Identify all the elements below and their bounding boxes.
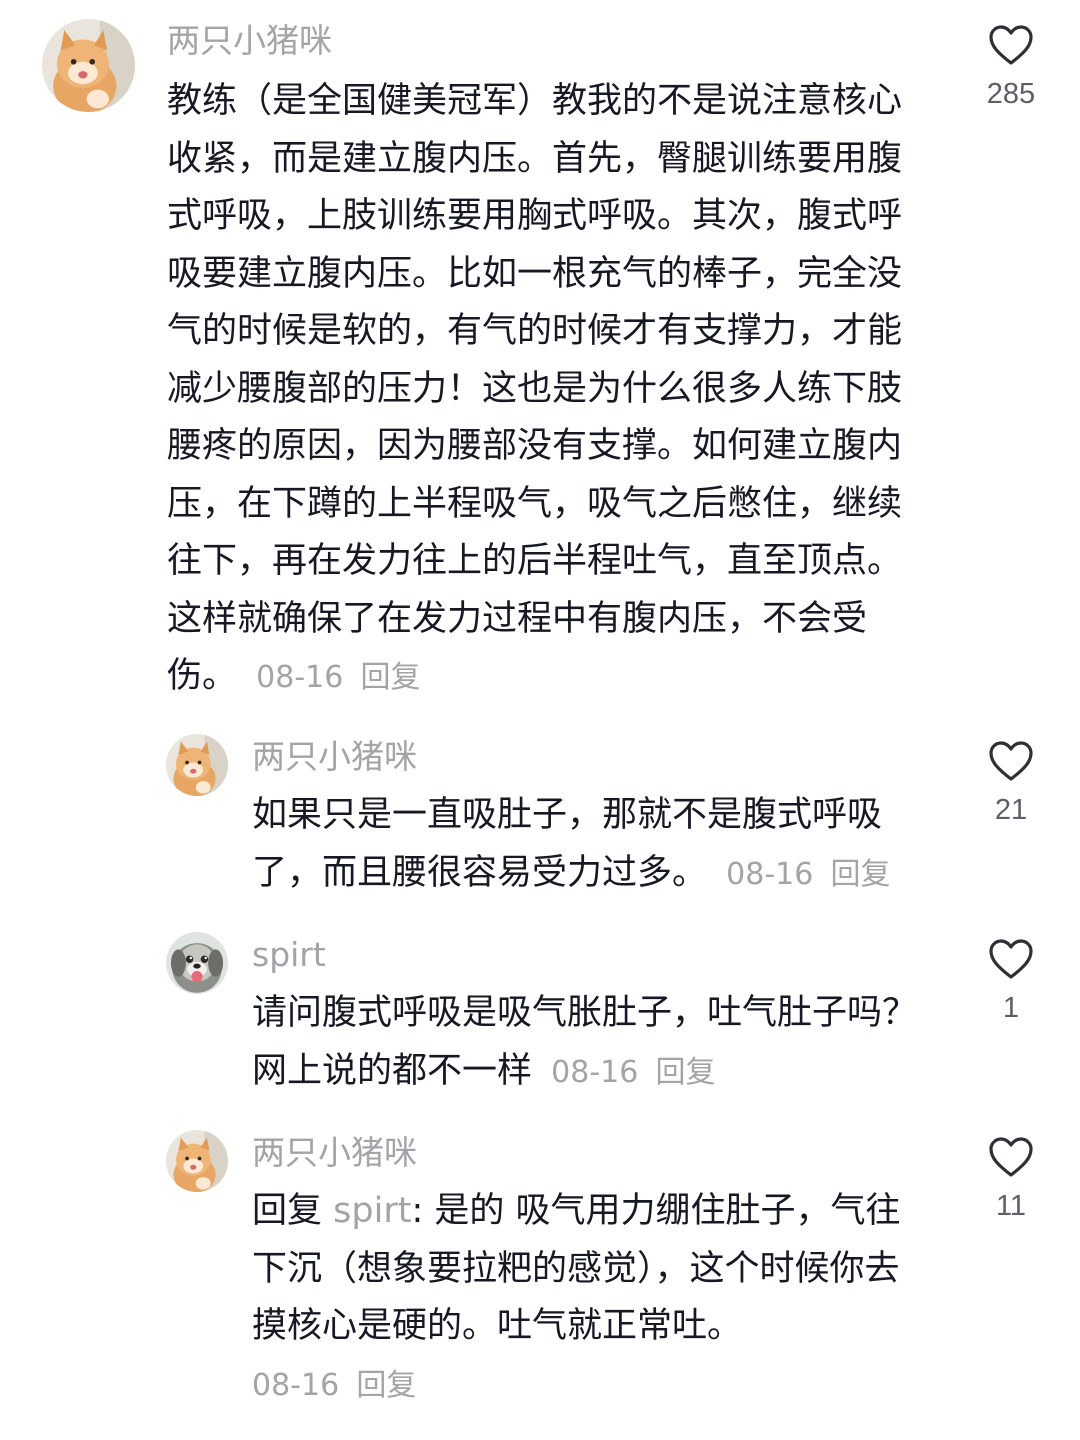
- user-avatar[interactable]: [42, 19, 135, 112]
- heart-icon[interactable]: [988, 24, 1034, 66]
- user-avatar[interactable]: [166, 1130, 228, 1192]
- like-group: 21: [961, 740, 1061, 828]
- dog-avatar-icon: [166, 932, 228, 994]
- cat-avatar-icon: [166, 1130, 228, 1192]
- heart-icon[interactable]: [988, 938, 1034, 980]
- cat-avatar-icon: [42, 19, 135, 112]
- reply-button[interactable]: 回复: [830, 857, 890, 892]
- comment-username[interactable]: 两只小猪咪: [167, 19, 332, 63]
- reply-username[interactable]: spirt: [252, 933, 326, 977]
- reply-date: 08-16: [551, 1054, 639, 1090]
- reply-date: 08-16: [726, 856, 814, 892]
- cat-avatar-icon: [166, 734, 228, 796]
- reply-item: spirt 请问腹式呼吸是吸气胀肚子，吐气肚子吗？网上说的都不一样 08-16 …: [0, 918, 1080, 1118]
- reply-item: 两只小猪咪 如果只是一直吸肚子，那就不是腹式呼吸了，而且腰很容易受力过多。 08…: [0, 720, 1080, 920]
- like-count: 285: [986, 78, 1036, 110]
- like-group: 285: [961, 24, 1061, 112]
- comment-text-block: 教练（是全国健美冠军）教我的不是说注意核心收紧，而是建立腹内压。首先，臀腿训练要…: [167, 73, 915, 707]
- like-count: 21: [994, 794, 1028, 826]
- comment-date: 08-16: [256, 660, 344, 695]
- reply-button[interactable]: 回复: [655, 1055, 715, 1090]
- reply-prefix: 回复: [252, 1191, 323, 1231]
- reply-item: 两只小猪咪 回复 spirt: 是的 吸气用力绷住肚子，气往下沉（想象要拉粑的感…: [0, 1116, 1080, 1436]
- reply-text-block: 回复 spirt: 是的 吸气用力绷住肚子，气往下沉（想象要拉粑的感觉），这个时…: [252, 1183, 924, 1414]
- reply-username[interactable]: 两只小猪咪: [252, 735, 417, 779]
- like-group: 11: [961, 1136, 1061, 1224]
- like-group: 1: [961, 938, 1061, 1026]
- like-count: 1: [1002, 992, 1020, 1024]
- user-avatar[interactable]: [166, 734, 228, 796]
- comment-item: 两只小猪咪 教练（是全国健美冠军）教我的不是说注意核心收紧，而是建立腹内压。首先…: [0, 0, 1080, 710]
- comment-text: 教练（是全国健美冠军）教我的不是说注意核心收紧，而是建立腹内压。首先，臀腿训练要…: [167, 81, 903, 696]
- heart-icon[interactable]: [988, 1136, 1034, 1178]
- reply-button[interactable]: 回复: [356, 1368, 416, 1403]
- reply-text-block: 如果只是一直吸肚子，那就不是腹式呼吸了，而且腰很容易受力过多。 08-16 回复: [252, 787, 924, 903]
- heart-icon[interactable]: [988, 740, 1034, 782]
- reply-username[interactable]: 两只小猪咪: [252, 1131, 417, 1175]
- reply-date: 08-16: [252, 1367, 340, 1403]
- like-count: 11: [995, 1190, 1027, 1222]
- reply-button[interactable]: 回复: [360, 660, 420, 695]
- reply-mention[interactable]: spirt: [333, 1191, 411, 1231]
- user-avatar[interactable]: [166, 932, 228, 994]
- reply-text-block: 请问腹式呼吸是吸气胀肚子，吐气肚子吗？网上说的都不一样 08-16 回复: [252, 985, 924, 1101]
